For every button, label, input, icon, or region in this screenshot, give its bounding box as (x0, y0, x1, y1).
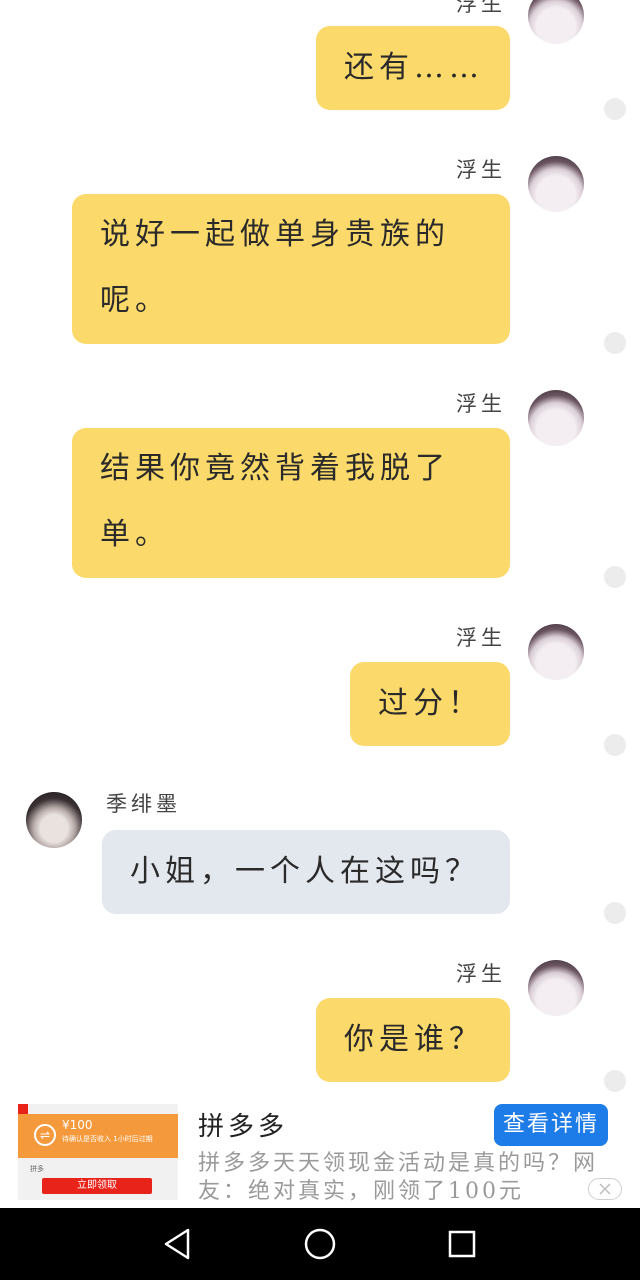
ad-thumbnail-label: 拼多 (30, 1165, 44, 1173)
sender-name: 季绯墨 (106, 792, 181, 816)
ad-thumbnail-subtitle: 待确认是否收入 1小时后过期 (62, 1135, 153, 1143)
message-text-line: 结果你竟然背着我脱了 (100, 451, 450, 486)
message-bubble[interactable]: 过分！ (350, 662, 510, 746)
sender-name: 浮生 (456, 626, 506, 650)
sender-name: 浮生 (456, 962, 506, 986)
ad-title: 拼多多 (198, 1112, 289, 1142)
ad-banner[interactable]: ⇌ ¥100 待确认是否收入 1小时后过期 拼多 立即领取 拼多多 查看详情 拼… (0, 1096, 640, 1208)
contact-avatar[interactable] (26, 792, 82, 848)
message-text-line: 说好一起做单身贵族的 (100, 217, 450, 252)
sender-avatar[interactable] (528, 156, 584, 212)
message-bubble[interactable]: 还有…… (316, 26, 510, 110)
sender-avatar[interactable] (528, 960, 584, 1016)
message-bubble[interactable]: 说好一起做单身贵族的 呢。 (72, 194, 510, 344)
read-status-dot (604, 902, 626, 924)
ad-thumbnail-amount: ¥100 (62, 1118, 93, 1132)
ad-thumbnail[interactable]: ⇌ ¥100 待确认是否收入 1小时后过期 拼多 立即领取 (18, 1104, 178, 1200)
sender-name: 浮生 (456, 392, 506, 416)
sender-avatar[interactable] (528, 390, 584, 446)
sender-name: 浮生 (456, 158, 506, 182)
message-text: 还有…… (344, 50, 484, 85)
message-text: 过分！ (378, 686, 483, 721)
message-text: 小姐，一个人在这吗？ (130, 854, 480, 889)
ad-flag-icon (18, 1104, 28, 1114)
message-text-line: 单。 (100, 517, 170, 552)
home-circle-icon[interactable] (284, 1208, 356, 1280)
sender-name: 浮生 (456, 0, 506, 16)
recents-square-icon[interactable] (426, 1208, 498, 1280)
message-text: 你是谁？ (344, 1022, 484, 1057)
sender-avatar[interactable] (528, 0, 584, 44)
back-triangle-icon[interactable] (142, 1208, 214, 1280)
sender-avatar[interactable] (528, 624, 584, 680)
read-status-dot (604, 1070, 626, 1092)
system-navigation-bar (0, 1208, 640, 1280)
message-bubble[interactable]: 小姐，一个人在这吗？ (102, 830, 510, 914)
chat-message-list[interactable]: 浮生 还有…… 浮生 说好一起做单身贵族的 呢。 浮生 结果你竟然背着我脱了 单… (0, 0, 640, 1096)
message-bubble[interactable]: 结果你竟然背着我脱了 单。 (72, 428, 510, 578)
read-status-dot (604, 332, 626, 354)
ad-description: 拼多多天天领现金活动是真的吗？网友：绝对真实，刚领了100元 (198, 1151, 598, 1204)
exchange-icon: ⇌ (34, 1124, 56, 1146)
message-text-line: 呢。 (100, 283, 170, 318)
ad-thumbnail-claim-button: 立即领取 (42, 1178, 152, 1194)
view-details-button[interactable]: 查看详情 (494, 1104, 608, 1146)
close-icon[interactable] (588, 1178, 622, 1200)
read-status-dot (604, 98, 626, 120)
read-status-dot (604, 566, 626, 588)
message-bubble[interactable]: 你是谁？ (316, 998, 510, 1082)
read-status-dot (604, 734, 626, 756)
